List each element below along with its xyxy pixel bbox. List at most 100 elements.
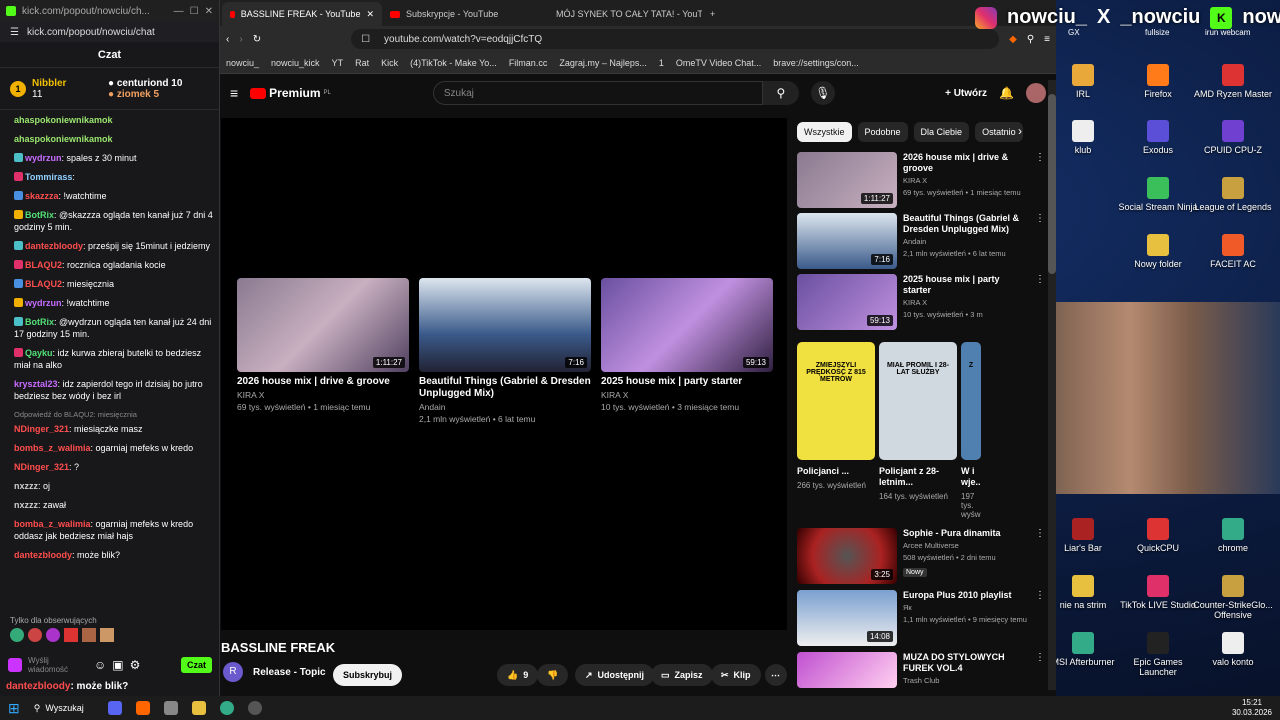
more-options-button[interactable]: ⋯ [765,664,787,686]
chat-username[interactable]: BotRix [25,210,54,220]
chat-username[interactable]: dantezbloody [14,550,72,560]
bookmark-item[interactable]: brave://settings/con... [773,58,859,68]
channel-name[interactable]: Як [903,603,1029,613]
emote-icon[interactable] [46,628,60,642]
endscreen-video[interactable]: 59:13 2025 house mix | party starter KIRA … [601,278,773,412]
chat-message[interactable]: BotRix: @wydrzun ogląda ten kanał już 24… [14,316,213,340]
desktop-icon[interactable]: Counter-StrikeGlo... Offensive [1193,575,1273,620]
short-thumbnail[interactable]: ZMIEJSZYLI PRĘDKOŚĆ Z 815 METRÓW [797,342,875,460]
clock[interactable]: 15:21 30.03.2026 [1232,698,1272,718]
emote-icon[interactable] [64,628,78,642]
emote-icon[interactable] [82,628,96,642]
video-thumbnail[interactable] [797,652,897,688]
recommended-video[interactable]: 59:13 2025 house mix | party starter KIRA … [797,274,1047,330]
recommended-video[interactable]: MUZA DO STYLOWYCH FUREK VOL.4 Trash Club ⋮ [797,652,1047,688]
chat-username[interactable]: krysztal23 [14,379,58,389]
chip-filter[interactable]: Wszystkie [797,122,852,142]
new-tab-button[interactable]: + [702,2,732,26]
create-button[interactable]: + Utwórz [945,88,987,99]
chat-username[interactable]: nxzzz [14,500,38,510]
short-video[interactable]: Z W i wje... 197 tys. wyświetleń [961,342,981,519]
chat-message[interactable]: bomba_z_walimia: ogarniaj mefeks w kredo… [14,518,213,542]
video-thumbnail[interactable]: 3:25 [797,528,897,584]
chat-message[interactable]: Tommirass: [14,171,213,183]
close-icon[interactable]: ✕ [205,6,213,17]
address-bar[interactable]: ☐ youtube.com/watch?v=eodqjjCfcTQ [351,29,1000,49]
desktop-icon[interactable]: QuickCPU [1118,518,1198,553]
video-thumbnail[interactable]: 1:11:27 [237,278,409,372]
recommended-video[interactable]: 3:25 Sophie - Pura dinamita Arcee Multiver… [797,528,1047,584]
bookmark-item[interactable]: Kick [381,58,398,68]
channel-name[interactable]: Arcee Multiverse [903,541,1029,551]
video-title[interactable]: Beautiful Things (Gabriel & Dresden Unpl… [419,376,591,400]
chat-username[interactable]: BotRix [25,317,54,327]
channel-name[interactable]: KIRA X [903,298,1029,308]
folder-icon[interactable] [191,701,206,715]
chat-message[interactable]: ahaspokoniewnikamok [14,114,213,126]
chat-username[interactable]: skazzza [25,191,59,201]
forward-icon[interactable]: › [239,34,242,45]
video-thumbnail[interactable]: 59:13 [797,274,897,330]
chip-filter[interactable]: Dla Ciebie [913,122,970,142]
bookmark-item[interactable]: Zagraj.my – Najleps... [559,58,647,68]
more-vert-icon[interactable]: ⋮ [1035,590,1045,646]
send-chat-button[interactable]: Czat [180,657,212,673]
chat-message[interactable]: dantezbloody: prześpij się 15minut i jed… [14,240,213,252]
bookmark-item[interactable]: nowciu_kick [271,58,320,68]
chat-username[interactable]: NDinger_321 [14,462,69,472]
maximize-icon[interactable]: ☐ [190,6,199,17]
chat-username[interactable]: NDinger_321 [14,424,69,434]
desktop-icon[interactable]: League of Legends [1193,177,1273,212]
more-vert-icon[interactable]: ⋮ [1035,152,1045,208]
settings-icon[interactable]: ☰ [10,27,19,38]
endscreen-video[interactable]: 1:11:27 2026 house mix | drive & groove KI… [237,278,409,412]
channel-name[interactable]: Andain [419,402,591,412]
chat-message[interactable]: BotRix: @skazzza ogląda ten kanał już 7 … [14,209,213,233]
notifications-icon[interactable]: 🔔 [999,86,1014,100]
emote-bar[interactable] [10,628,114,642]
brave-shield-icon[interactable]: ◆ [1009,34,1017,45]
desktop-icon[interactable]: Epic Games Launcher [1118,632,1198,677]
more-vert-icon[interactable]: ⋮ [1035,274,1045,330]
extensions-icon[interactable]: ⚲ [1027,34,1034,45]
endscreen-video[interactable]: 7:16 Beautiful Things (Gabriel & Dresden … [419,278,591,424]
settings-icon[interactable]: ⚙ [130,658,141,672]
video-title[interactable]: 2025 house mix | party starter [601,376,773,388]
chrome-icon[interactable] [219,701,234,715]
chip-filter[interactable]: Ostatnio [975,122,1023,142]
short-thumbnail[interactable]: Z [961,342,981,460]
chat-message[interactable]: dantezbloody: może blik? [14,549,213,561]
dislike-button[interactable]: 👎 [537,664,569,686]
back-icon[interactable]: ‹ [226,34,229,45]
discord-icon[interactable] [107,701,122,715]
chat-message[interactable]: NDinger_321: ? [14,461,213,473]
chat-message[interactable]: krysztal23: idz zapierdol tego irl dzisi… [14,378,213,402]
channel-avatar[interactable]: R [223,662,243,682]
desktop-icon[interactable]: chrome [1193,518,1273,553]
channel-name[interactable]: Andain [903,237,1029,247]
channel-name[interactable]: KIRA X [237,390,409,400]
subscribe-button[interactable]: Subskrybuj [333,664,403,686]
chat-message[interactable]: BLAQU2: miesięcznia [14,278,213,290]
chat-message-list[interactable]: ahaspokoniewnikamok ahaspokoniewnikamok wy… [0,110,219,561]
desktop-icon[interactable]: TikTok LIVE Studio [1118,575,1198,610]
chevron-right-icon[interactable]: › [1018,124,1022,138]
desktop-icon[interactable]: AMD Ryzen Master [1193,64,1273,99]
youtube-premium-logo[interactable]: Premium PL [250,86,331,100]
share-button[interactable]: ↗ Udostępnij [575,664,655,686]
recommended-video[interactable]: 1:11:27 2026 house mix | drive & groove KI… [797,152,1047,208]
video-thumbnail[interactable]: 7:16 [419,278,591,372]
video-title[interactable]: Sophie - Pura dinamita [903,528,1029,539]
video-title[interactable]: 2026 house mix | drive & groove [237,376,409,388]
bookmark-item[interactable]: nowciu_ [226,58,259,68]
brave-icon[interactable] [135,701,150,715]
chat-username[interactable]: ahaspokoniewnikamok [14,134,113,144]
bookmark-item[interactable]: Rat [355,58,369,68]
desktop-icon[interactable]: Nowy folder [1118,234,1198,269]
short-video[interactable]: ZMIEJSZYLI PRĘDKOŚĆ Z 815 METRÓW Policjan… [797,342,875,490]
emote-icon[interactable] [10,628,24,642]
desktop-icon[interactable]: Social Stream Ninja [1118,177,1198,212]
short-title[interactable]: Policjant z 28-letnim... [879,466,957,488]
chat-message[interactable]: nxzzz: oj [14,480,213,492]
chat-message[interactable]: bombs_z_walimia: ogarniaj mefeks w kredo [14,442,213,454]
